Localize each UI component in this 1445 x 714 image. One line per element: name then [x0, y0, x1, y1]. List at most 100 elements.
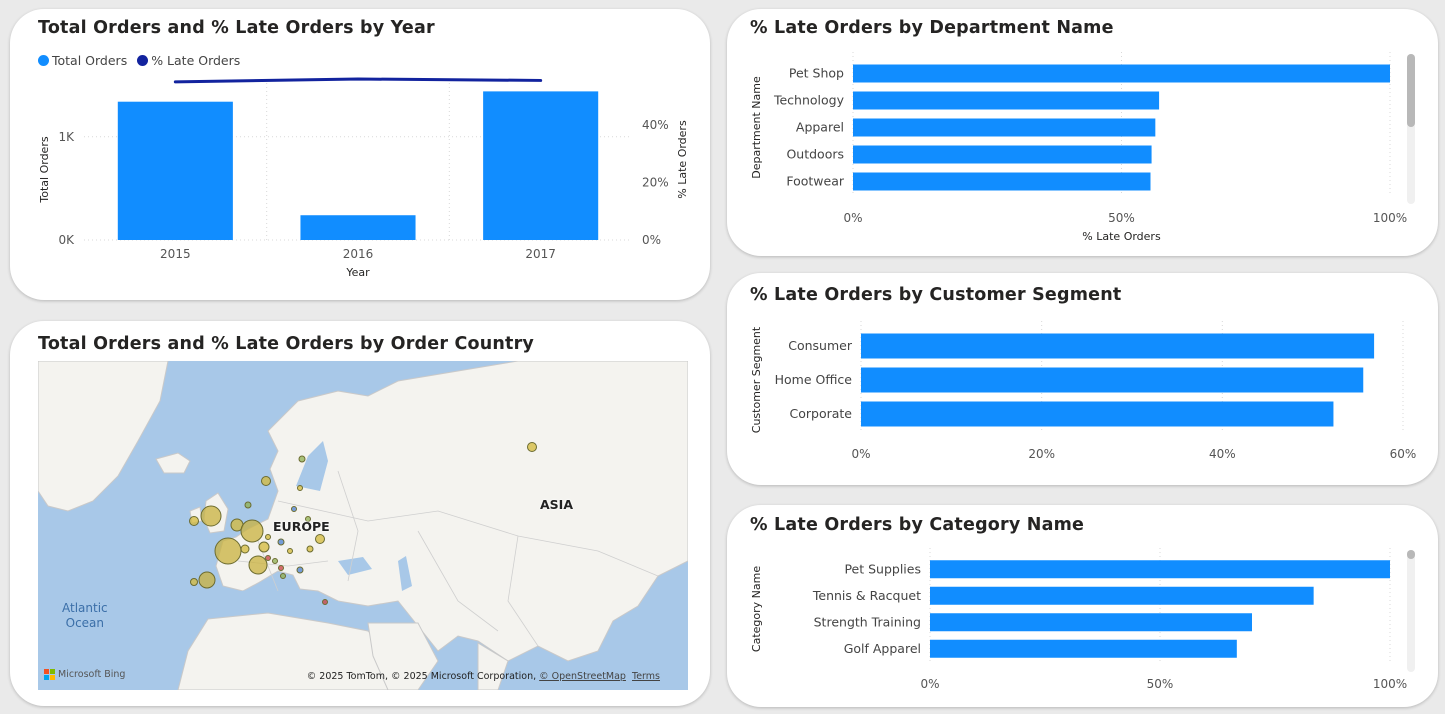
x-tick-label: 40%: [1209, 447, 1236, 461]
country-bubble[interactable]: [322, 599, 328, 605]
country-bubble[interactable]: [306, 545, 314, 553]
category-chart-card[interactable]: % Late Orders by Category Name 0% 50% 100%…: [727, 505, 1438, 707]
bar-2015: [117, 101, 233, 240]
department-chart-svg[interactable]: 0% 50% 100% Pet Shop Technology Apparel Outdoo…: [727, 9, 1438, 256]
y-axis-title: Total Orders: [38, 136, 51, 203]
country-bubble[interactable]: [298, 455, 306, 463]
country-bubble[interactable]: [214, 537, 242, 565]
x-axis-title: % Late Orders: [1082, 230, 1161, 243]
country-bubble[interactable]: [291, 506, 297, 512]
country-bubble[interactable]: [240, 519, 264, 543]
category-label: Pet Supplies: [844, 561, 921, 576]
terms-link[interactable]: Terms: [632, 671, 660, 682]
bar-apparel: [853, 118, 1156, 137]
category-scrollbar[interactable]: [1407, 550, 1415, 672]
bar-outdoors: [853, 145, 1152, 164]
country-bubble[interactable]: [265, 555, 271, 561]
segment-chart-svg[interactable]: 0% 20% 40% 60% Consumer Home Office Corporate C…: [727, 273, 1438, 485]
map-bubbles-layer[interactable]: [38, 361, 688, 690]
y-axis-title: Customer Segment: [750, 326, 763, 433]
category-label: Consumer: [788, 338, 853, 353]
country-bubble[interactable]: [278, 565, 284, 571]
x-tick-label: 100%: [1373, 211, 1407, 225]
department-scrollbar[interactable]: [1407, 54, 1415, 204]
category-label: Outdoors: [786, 147, 844, 162]
country-bubble[interactable]: [244, 501, 252, 509]
y-tick-label: 1K: [58, 130, 75, 144]
x-tick-label: 2017: [525, 247, 556, 261]
category-label: Golf Apparel: [844, 641, 921, 656]
map-label-atlantic-ocean: Atlantic Ocean: [62, 601, 108, 630]
bar-tennis-racquet: [930, 586, 1314, 605]
x-tick-label: 60%: [1390, 447, 1417, 461]
category-label: Corporate: [790, 406, 853, 421]
late-orders-line: [173, 77, 543, 84]
department-chart-card[interactable]: % Late Orders by Department Name 0% 50% 10…: [727, 9, 1438, 256]
x-tick-label: 0%: [920, 677, 939, 691]
map-copyright: © 2025 TomTom, © 2025 Microsoft Corporat…: [306, 671, 660, 682]
country-bubble[interactable]: [272, 558, 278, 564]
x-tick-label: 100%: [1373, 677, 1407, 691]
bar-strength-training: [930, 613, 1252, 632]
category-label: Home Office: [775, 372, 853, 387]
y2-tick-label: 20%: [642, 176, 669, 190]
y-axis-title: Category Name: [750, 566, 763, 652]
x-tick-label: 50%: [1147, 677, 1174, 691]
country-bubble[interactable]: [265, 534, 271, 540]
country-bubble[interactable]: [189, 516, 199, 526]
microsoft-logo-icon: [44, 669, 55, 680]
map-label-asia: ASIA: [540, 497, 574, 512]
country-bubble[interactable]: [527, 442, 537, 452]
category-label: Technology: [773, 93, 845, 108]
country-bubble[interactable]: [198, 571, 216, 589]
category-chart-svg[interactable]: 0% 50% 100% Pet Supplies Tennis & Racquet Str…: [727, 505, 1438, 707]
category-label: Apparel: [796, 120, 844, 135]
country-bubble[interactable]: [297, 485, 303, 491]
bar-technology: [853, 91, 1160, 110]
country-bubble[interactable]: [287, 548, 293, 554]
category-scrollbar-thumb[interactable]: [1407, 550, 1415, 559]
country-bubble[interactable]: [240, 544, 250, 554]
bar-home-office: [861, 367, 1364, 393]
bar-golf-apparel: [930, 639, 1237, 658]
combo-chart-svg[interactable]: 0K1K0%20%40%2015 2016 2017YearTotal Orders…: [10, 9, 710, 300]
y-axis-title: Department Name: [750, 76, 763, 179]
country-bubble[interactable]: [200, 505, 222, 527]
x-tick-label: 0%: [843, 211, 862, 225]
map-visual[interactable]: EUROPE ASIA Atlantic Ocean Microsoft Bing…: [38, 361, 688, 690]
x-tick-label: 0%: [851, 447, 870, 461]
country-bubble[interactable]: [280, 573, 286, 579]
y2-axis-title: % Late Orders: [676, 120, 689, 199]
openstreetmap-link[interactable]: © OpenStreetMap: [539, 671, 626, 682]
x-tick-label: 2015: [160, 247, 191, 261]
country-bubble[interactable]: [315, 534, 325, 544]
combo-chart-card[interactable]: Total Orders and % Late Orders by Year T…: [10, 9, 710, 300]
bar-2016: [300, 215, 416, 240]
bar-2017: [483, 91, 599, 240]
map-title: Total Orders and % Late Orders by Order …: [38, 334, 535, 354]
department-scrollbar-thumb[interactable]: [1407, 54, 1415, 127]
x-tick-label: 50%: [1108, 211, 1135, 225]
bar-pet-shop: [853, 64, 1390, 83]
bar-pet-supplies: [930, 560, 1390, 579]
y-tick-label: 0K: [58, 233, 75, 247]
country-bubble[interactable]: [258, 541, 270, 553]
y2-tick-label: 0%: [642, 233, 661, 247]
country-bubble[interactable]: [261, 476, 271, 486]
x-tick-label: 2016: [343, 247, 374, 261]
country-bubble[interactable]: [296, 566, 304, 574]
bar-footwear: [853, 172, 1151, 191]
category-label: Pet Shop: [789, 66, 844, 81]
category-label: Footwear: [786, 174, 845, 189]
segment-chart-card[interactable]: % Late Orders by Customer Segment 0% 20% 4…: [727, 273, 1438, 485]
category-label: Strength Training: [814, 614, 921, 629]
map-card[interactable]: Total Orders and % Late Orders by Order …: [10, 321, 710, 706]
country-bubble[interactable]: [190, 578, 198, 586]
bing-logo: Microsoft Bing: [44, 669, 125, 680]
bar-corporate: [861, 401, 1334, 427]
bar-consumer: [861, 333, 1375, 359]
country-bubble[interactable]: [277, 538, 285, 546]
category-label: Tennis & Racquet: [812, 588, 921, 603]
country-bubble[interactable]: [248, 555, 268, 575]
map-label-europe: EUROPE: [273, 519, 330, 534]
